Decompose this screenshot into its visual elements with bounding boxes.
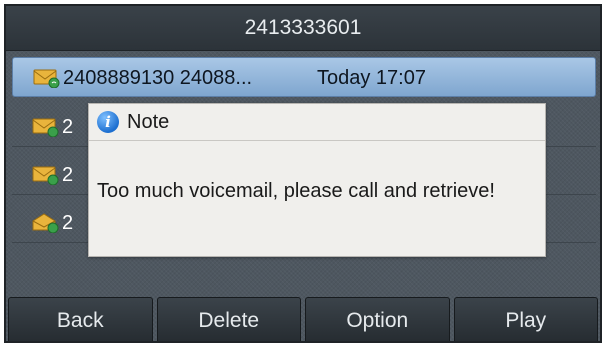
list-item-number: 2 (62, 116, 74, 138)
delete-button[interactable]: Delete (156, 297, 301, 341)
note-dialog: i Note Too much voicemail, please call a… (88, 103, 546, 257)
list-item-number: 2 (62, 164, 74, 186)
back-button[interactable]: Back (8, 297, 153, 341)
play-button[interactable]: Play (453, 297, 598, 341)
page-title: 2413333601 (244, 16, 362, 39)
dialog-header: i Note (89, 104, 545, 141)
phone-screen: 2413333601 2408889130 24088... Today 17:… (4, 4, 602, 343)
dialog-title: Note (127, 111, 170, 133)
dialog-message: Too much voicemail, please call and retr… (97, 180, 495, 202)
voicemail-envelope-icon (33, 69, 60, 88)
option-button[interactable]: Option (305, 297, 450, 341)
list-item[interactable]: 2408889130 24088... Today 17:07 (12, 57, 596, 97)
title-bar: 2413333601 (6, 6, 600, 51)
info-icon: i (97, 111, 119, 133)
voicemail-envelope-icon (32, 118, 59, 137)
softkey-bar: Back Delete Option Play (6, 297, 600, 341)
list-item-time: Today 17:07 (317, 67, 426, 89)
voicemail-envelope-open-icon (32, 213, 59, 233)
list-item-number: 2408889130 24088... (63, 67, 253, 89)
voicemail-envelope-icon (32, 166, 59, 185)
list-item-number: 2 (62, 212, 74, 234)
